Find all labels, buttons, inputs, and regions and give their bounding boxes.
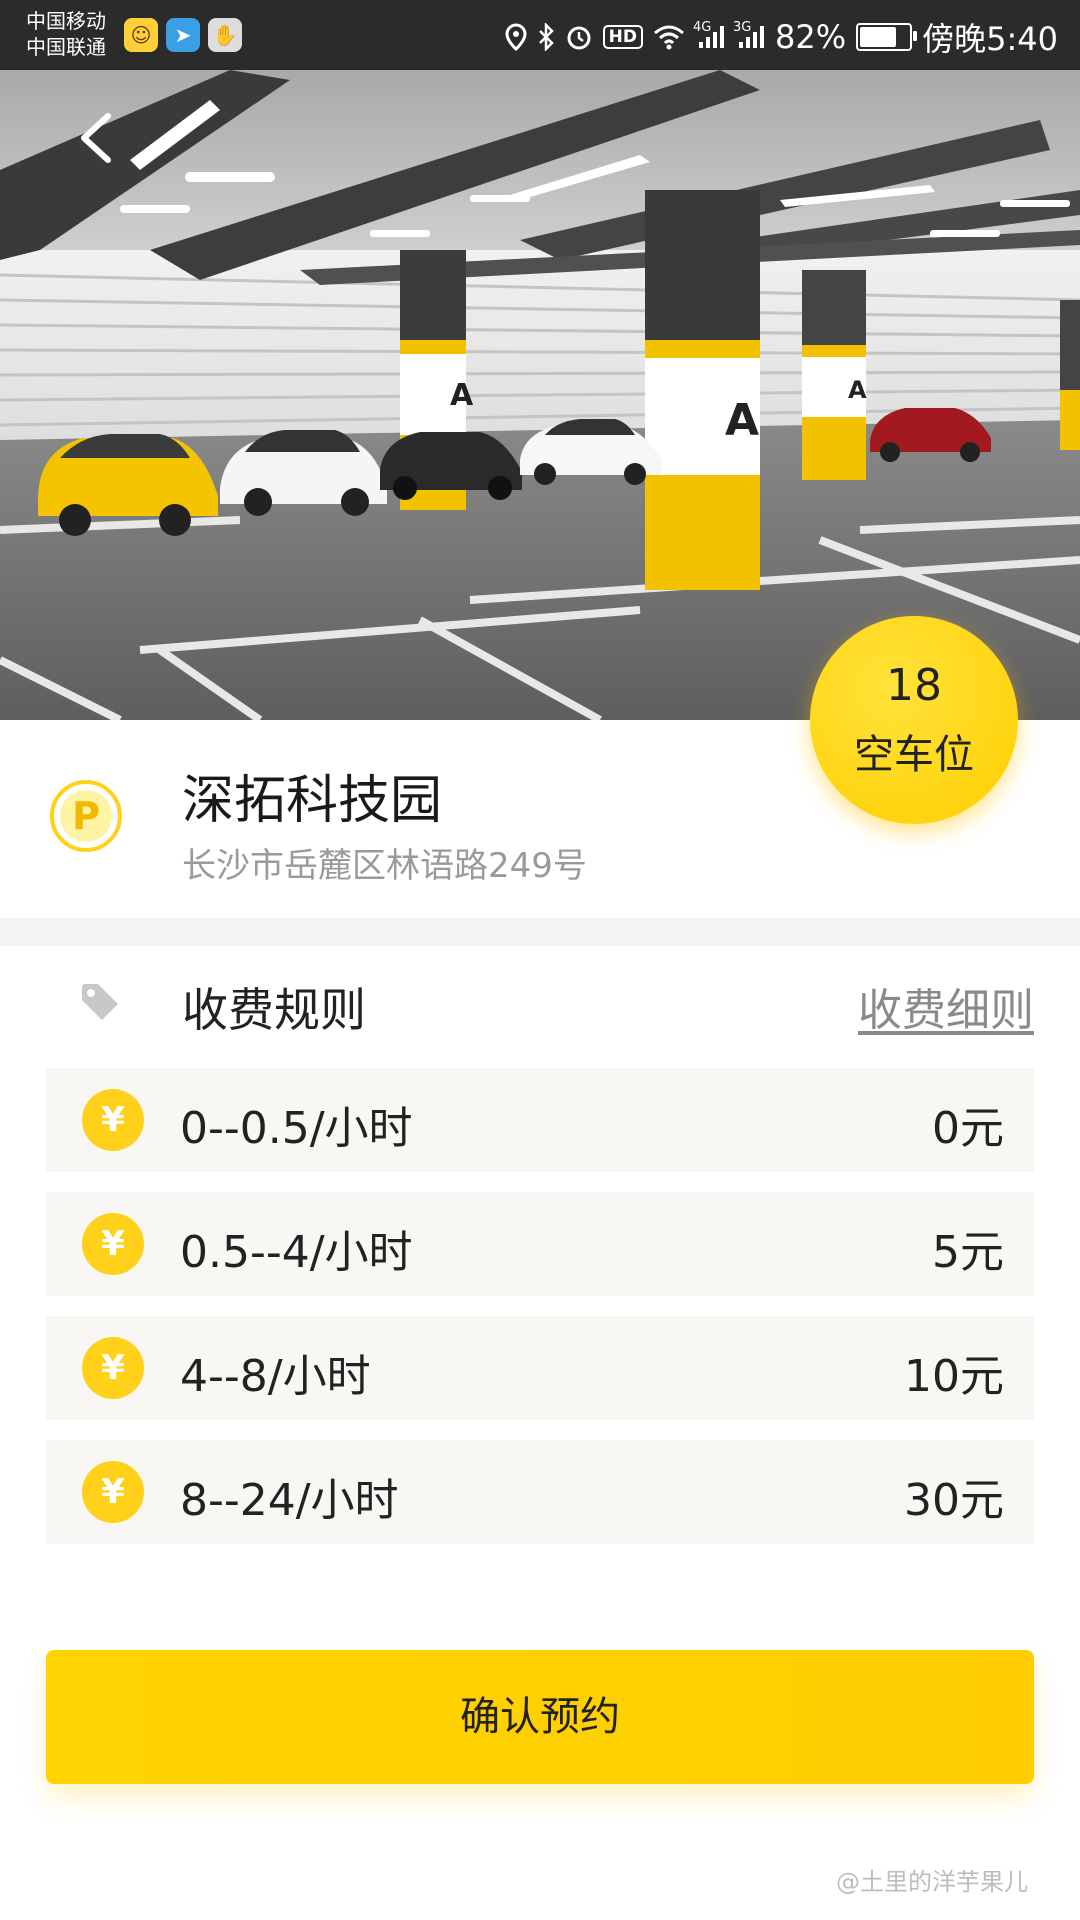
fee-price: 30元 xyxy=(904,1475,1004,1526)
chevron-left-icon xyxy=(81,113,111,163)
yuan-coin-icon: ¥ xyxy=(82,1089,144,1151)
fee-row: ¥ 4--8/小时 10元 xyxy=(46,1316,1034,1420)
pillar-label: A xyxy=(725,395,759,446)
available-spots-count: 18 xyxy=(886,660,942,711)
clock: 傍晚5:40 xyxy=(922,20,1058,58)
alarm-icon xyxy=(565,23,593,51)
section-divider xyxy=(0,918,1080,946)
fee-price: 10元 xyxy=(904,1351,1004,1402)
pillar-label: A xyxy=(450,378,474,413)
fee-time-range: 4--8/小时 xyxy=(180,1351,371,1402)
network-type: 4G xyxy=(693,20,712,35)
parking-icon: P xyxy=(50,780,122,852)
fee-row: ¥ 0--0.5/小时 0元 xyxy=(46,1068,1034,1172)
network-type: 3G xyxy=(733,20,752,35)
parking-garage-photo: A A A xyxy=(0,0,1080,720)
confirm-reservation-button[interactable]: 确认预约 xyxy=(46,1650,1034,1784)
hd-icon: HD xyxy=(602,25,643,49)
fee-row: ¥ 0.5--4/小时 5元 xyxy=(46,1192,1034,1296)
signal-3g-icon: 3G xyxy=(733,20,765,50)
back-button[interactable] xyxy=(68,108,124,168)
fee-time-range: 8--24/小时 xyxy=(180,1475,399,1526)
lot-name: 深拓科技园 xyxy=(182,771,443,831)
telegram-icon: ➤ xyxy=(166,18,200,52)
fee-price: 5元 xyxy=(932,1227,1004,1278)
watermark: @土里的洋芋果儿 xyxy=(836,1868,1028,1896)
fee-time-range: 0.5--4/小时 xyxy=(180,1227,413,1278)
price-tag-icon xyxy=(78,980,122,1024)
yuan-coin-icon: ¥ xyxy=(82,1337,144,1399)
carrier-name: 中国联通 xyxy=(26,35,106,59)
battery-level xyxy=(860,27,897,47)
notification-icons: ☺ ➤ ✋ xyxy=(124,18,242,52)
available-spots-label: 空车位 xyxy=(854,732,974,778)
parking-icon-letter: P xyxy=(60,790,112,842)
hand-icon: ✋ xyxy=(208,18,242,52)
fee-row: ¥ 8--24/小时 30元 xyxy=(46,1440,1034,1544)
battery-icon xyxy=(856,23,918,51)
pillar-label: A xyxy=(848,376,867,404)
fee-price: 0元 xyxy=(932,1103,1004,1154)
lot-address: 长沙市岳麓区林语路249号 xyxy=(182,846,587,886)
yuan-coin-icon: ¥ xyxy=(82,1461,144,1523)
fee-list: ¥ 0--0.5/小时 0元 ¥ 0.5--4/小时 5元 ¥ 4--8/小时 … xyxy=(46,1068,1034,1564)
fee-details-link[interactable]: 收费细则 xyxy=(858,974,1034,1038)
bluetooth-icon xyxy=(537,23,555,51)
yuan-coin-icon: ¥ xyxy=(82,1213,144,1275)
status-bar: 中国移动 中国联通 ☺ ➤ ✋ HD 4G 3G 82% 傍晚5:40 xyxy=(0,0,1080,70)
wifi-icon xyxy=(653,24,685,50)
battery-percent: 82% xyxy=(775,18,847,56)
fee-time-range: 0--0.5/小时 xyxy=(180,1103,413,1154)
signal-4g-icon: 4G xyxy=(693,20,725,50)
carrier-name: 中国移动 xyxy=(26,9,106,33)
available-spots-badge: 18 空车位 xyxy=(810,616,1018,824)
chat-app-icon: ☺ xyxy=(124,18,158,52)
fee-rules-title: 收费规则 xyxy=(182,983,366,1037)
location-icon xyxy=(505,23,527,51)
carrier-info: 中国移动 中国联通 xyxy=(26,8,106,60)
status-indicators: HD 4G 3G 82% 傍晚5:40 xyxy=(505,14,1058,60)
